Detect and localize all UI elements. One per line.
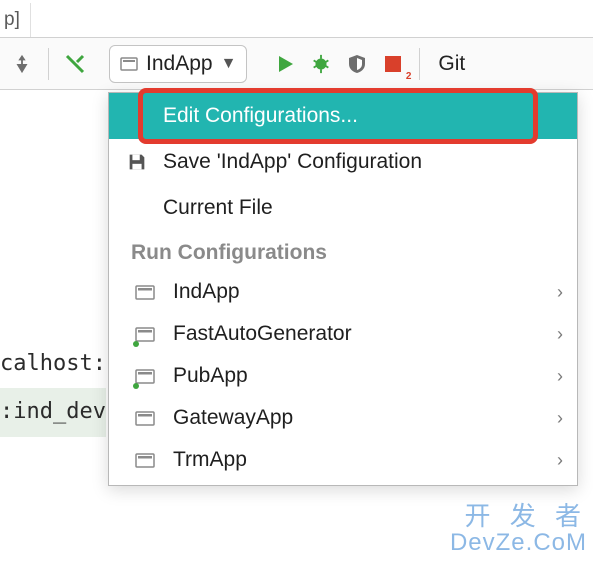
chevron-right-icon: › (557, 450, 563, 471)
current-file-item[interactable]: Current File (109, 185, 577, 231)
stop-badge: 2 (406, 71, 412, 82)
save-icon (125, 151, 149, 173)
edit-configurations-item[interactable]: Edit Configurations... (109, 93, 577, 139)
coverage-button[interactable] (341, 48, 373, 80)
run-config-item[interactable]: PubApp › (109, 355, 577, 397)
run-config-dropdown: Edit Configurations... Save 'IndApp' Con… (108, 92, 578, 486)
chevron-down-icon: ▼ (221, 55, 237, 73)
spring-config-icon (131, 448, 159, 472)
spring-config-icon (131, 406, 159, 430)
save-configuration-item[interactable]: Save 'IndApp' Configuration (109, 139, 577, 185)
run-config-item[interactable]: GatewayApp › (109, 397, 577, 439)
config-label: GatewayApp (173, 406, 543, 430)
run-config-label: IndApp (146, 52, 213, 76)
git-label[interactable]: Git (430, 52, 465, 76)
run-config-selector[interactable]: IndApp ▼ (109, 45, 247, 83)
config-label: IndApp (173, 280, 543, 304)
separator (419, 48, 420, 80)
code-line: :ind_dev (0, 388, 106, 436)
config-label: PubApp (173, 364, 543, 388)
spring-config-icon (131, 280, 159, 304)
build-icon[interactable] (59, 48, 91, 80)
run-configurations-header: Run Configurations (109, 231, 577, 271)
editor-tab[interactable]: p] (0, 3, 31, 37)
run-button[interactable] (269, 48, 301, 80)
code-editor: calhost: :ind_dev (0, 140, 106, 437)
run-config-item[interactable]: FastAutoGenerator › (109, 313, 577, 355)
chevron-right-icon: › (557, 282, 563, 303)
tab-bar: p] (0, 0, 593, 38)
separator (48, 48, 49, 80)
structure-icon[interactable] (6, 48, 38, 80)
chevron-right-icon: › (557, 324, 563, 345)
chevron-right-icon: › (557, 366, 563, 387)
run-config-item[interactable]: TrmApp › (109, 439, 577, 481)
run-config-item[interactable]: IndApp › (109, 271, 577, 313)
toolbar: IndApp ▼ 2 Git (0, 38, 593, 90)
spring-config-icon (131, 364, 159, 388)
stop-button[interactable]: 2 (377, 48, 409, 80)
debug-button[interactable] (305, 48, 337, 80)
chevron-right-icon: › (557, 408, 563, 429)
spring-config-icon (131, 322, 159, 346)
config-label: TrmApp (173, 448, 543, 472)
config-icon (120, 55, 138, 73)
config-label: FastAutoGenerator (173, 322, 543, 346)
code-line: calhost: (0, 340, 106, 388)
watermark: 开 发 者 DevZe.CoM (450, 503, 587, 555)
